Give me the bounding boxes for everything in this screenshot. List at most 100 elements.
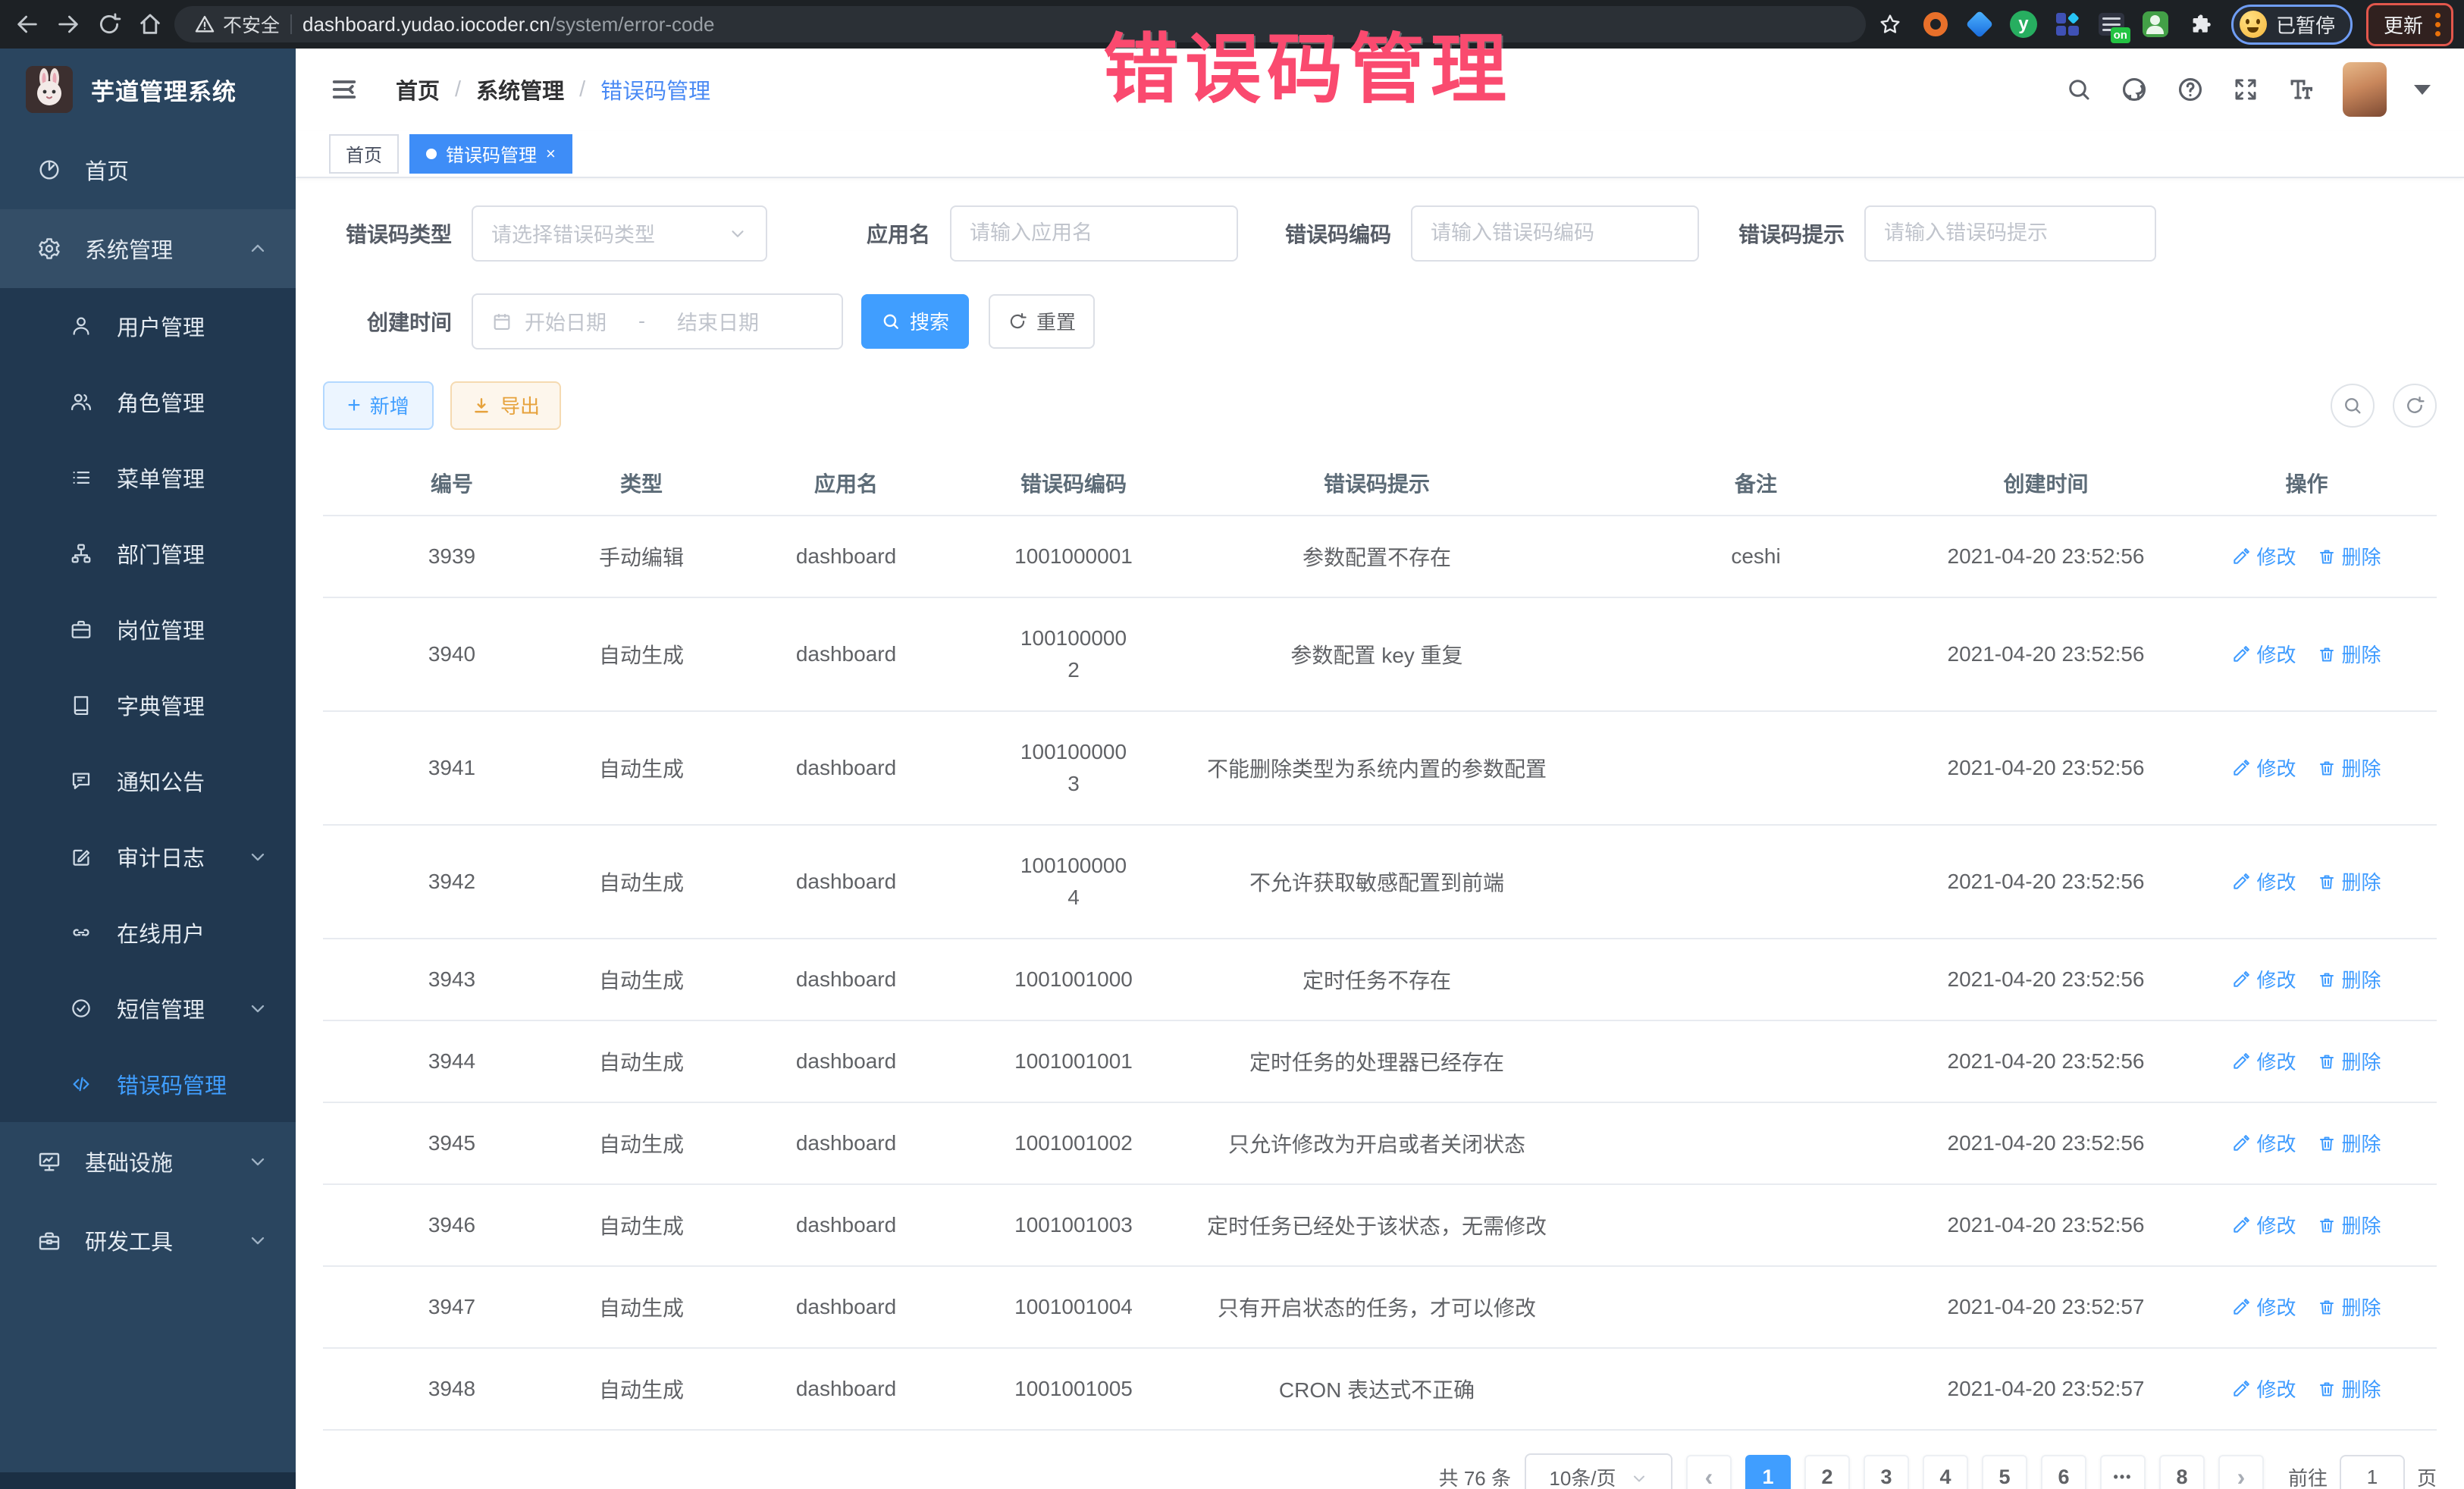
github-icon[interactable]: [2120, 75, 2149, 104]
search-icon[interactable]: [2065, 76, 2093, 103]
edit-link[interactable]: 修改: [2232, 965, 2296, 993]
sidebar-item-online-users[interactable]: 在线用户: [0, 895, 296, 970]
next-page-button[interactable]: ›: [2218, 1455, 2264, 1489]
page-button-4[interactable]: 4: [1923, 1455, 1968, 1489]
extension-icon-orange[interactable]: [1920, 9, 1951, 39]
extension-icon-diamond-grid[interactable]: [2052, 9, 2083, 39]
tag-error-code-management[interactable]: 错误码管理 ×: [409, 134, 572, 174]
sidebar-item-dict-management[interactable]: 字典管理: [0, 667, 296, 743]
prev-page-button[interactable]: ‹: [1686, 1455, 1732, 1489]
chrome-menu-icon[interactable]: [2435, 13, 2440, 36]
user-menu-caret-icon[interactable]: [2414, 85, 2431, 95]
refresh-table-icon[interactable]: [2393, 384, 2437, 428]
sidebar-item-role-management[interactable]: 角色管理: [0, 364, 296, 440]
delete-link[interactable]: 删除: [2318, 1129, 2381, 1157]
page-size-select[interactable]: 10条/页: [1525, 1453, 1672, 1489]
edit-link[interactable]: 修改: [2232, 1211, 2296, 1239]
browser-home-icon[interactable]: [133, 8, 167, 41]
sidebar-collapse-bar[interactable]: [0, 1472, 296, 1489]
export-button[interactable]: 导出: [450, 381, 561, 430]
delete-link[interactable]: 删除: [2318, 640, 2381, 668]
sidebar-item-label: 用户管理: [117, 310, 268, 342]
edit-link[interactable]: 修改: [2232, 1293, 2296, 1321]
breadcrumb-system[interactable]: 系统管理: [476, 74, 564, 105]
breadcrumb-home[interactable]: 首页: [396, 74, 440, 105]
extension-icon-green-person[interactable]: [2140, 9, 2171, 39]
sidebar-item-infrastructure[interactable]: 基础设施: [0, 1122, 296, 1201]
app-name-input[interactable]: [970, 221, 1218, 245]
page-button-2[interactable]: 2: [1804, 1455, 1850, 1489]
app-logo[interactable]: 芋道管理系统: [0, 49, 296, 130]
not-secure-warning[interactable]: 不安全: [194, 11, 280, 38]
bookmark-star-icon[interactable]: [1873, 8, 1907, 41]
sidebar-item-user-management[interactable]: 用户管理: [0, 288, 296, 364]
page-button-6[interactable]: 6: [2041, 1455, 2086, 1489]
sidebar-item-sms-management[interactable]: 短信管理: [0, 970, 296, 1046]
cell-actions: 修改 删除: [2177, 597, 2437, 711]
edit-link[interactable]: 修改: [2232, 754, 2296, 782]
sidebar-item-menu-management[interactable]: 菜单管理: [0, 440, 296, 516]
hide-search-icon[interactable]: [2331, 384, 2375, 428]
goto-page-input[interactable]: [2340, 1455, 2405, 1489]
edit-link-label: 修改: [2256, 1293, 2296, 1321]
edit-link[interactable]: 修改: [2232, 1047, 2296, 1075]
extension-icon-gem[interactable]: [1964, 9, 1995, 39]
cell-created: 2021-04-20 23:52:57: [1915, 1348, 2177, 1430]
date-range-picker[interactable]: 开始日期 - 结束日期: [472, 293, 843, 350]
page-button-8[interactable]: 8: [2159, 1455, 2205, 1489]
edit-link[interactable]: 修改: [2232, 1375, 2296, 1403]
sidebar-item-post-management[interactable]: 岗位管理: [0, 591, 296, 667]
browser-forward-icon[interactable]: [52, 8, 85, 41]
tag-close-icon[interactable]: ×: [546, 146, 556, 162]
sidebar-item-announcement[interactable]: 通知公告: [0, 743, 296, 819]
cell-remark: [1597, 939, 1915, 1020]
sidebar-item-dev-tools[interactable]: 研发工具: [0, 1201, 296, 1280]
error-code-input[interactable]: [1431, 221, 1679, 245]
help-icon[interactable]: [2176, 75, 2205, 104]
browser-reload-icon[interactable]: [92, 8, 126, 41]
delete-link[interactable]: 删除: [2318, 1047, 2381, 1075]
reset-button[interactable]: 重置: [989, 294, 1095, 349]
hamburger-icon[interactable]: [329, 74, 359, 105]
announcement-icon: [67, 770, 96, 792]
address-bar[interactable]: 不安全 dashboard.yudao.iocoder.cn/system/er…: [174, 6, 1866, 42]
delete-link[interactable]: 删除: [2318, 1375, 2381, 1403]
error-type-select[interactable]: 请选择错误码类型: [472, 205, 767, 262]
delete-link[interactable]: 删除: [2318, 1211, 2381, 1239]
delete-link[interactable]: 删除: [2318, 867, 2381, 895]
profile-paused-badge[interactable]: 已暂停: [2231, 5, 2353, 45]
tag-home[interactable]: 首页: [329, 134, 399, 174]
sidebar-item-department-management[interactable]: 部门管理: [0, 516, 296, 591]
sidebar-item-system-management[interactable]: 系统管理: [0, 209, 296, 288]
page-button-1[interactable]: 1: [1745, 1455, 1791, 1489]
fullscreen-icon[interactable]: [2232, 76, 2259, 103]
edit-link[interactable]: 修改: [2232, 1129, 2296, 1157]
add-button[interactable]: + 新增: [323, 381, 434, 430]
edit-link[interactable]: 修改: [2232, 640, 2296, 668]
font-size-icon[interactable]: [2287, 75, 2315, 104]
sidebar-item-audit-log[interactable]: 审计日志: [0, 819, 296, 895]
extension-icon-list-on[interactable]: on: [2096, 9, 2127, 39]
search-button[interactable]: 搜索: [861, 294, 969, 349]
extension-icon-green-y[interactable]: y: [2008, 9, 2039, 39]
cell-created: 2021-04-20 23:52:56: [1915, 1184, 2177, 1266]
sidebar-item-home[interactable]: 首页: [0, 130, 296, 209]
error-message-inputbox: [1864, 205, 2156, 262]
edit-link[interactable]: 修改: [2232, 867, 2296, 895]
sidebar-item-error-code-management[interactable]: 错误码管理: [0, 1046, 296, 1122]
page-content: 错误码类型 请选择错误码类型 应用名 错误码编码 错误码提示: [296, 178, 2464, 1489]
browser-back-icon[interactable]: [11, 8, 44, 41]
edit-link[interactable]: 修改: [2232, 542, 2296, 570]
delete-link[interactable]: 删除: [2318, 542, 2381, 570]
more-pages-button[interactable]: •••: [2100, 1455, 2146, 1489]
delete-link[interactable]: 删除: [2318, 1293, 2381, 1321]
user-avatar[interactable]: [2343, 62, 2387, 117]
error-message-input[interactable]: [1884, 221, 2136, 245]
delete-link[interactable]: 删除: [2318, 754, 2381, 782]
page-button-5[interactable]: 5: [1982, 1455, 2027, 1489]
extensions-puzzle-icon[interactable]: [2184, 8, 2218, 41]
delete-link[interactable]: 删除: [2318, 965, 2381, 993]
navbar-right-tools: [2065, 62, 2431, 117]
page-button-3[interactable]: 3: [1864, 1455, 1909, 1489]
browser-update-button[interactable]: 更新: [2366, 3, 2453, 46]
